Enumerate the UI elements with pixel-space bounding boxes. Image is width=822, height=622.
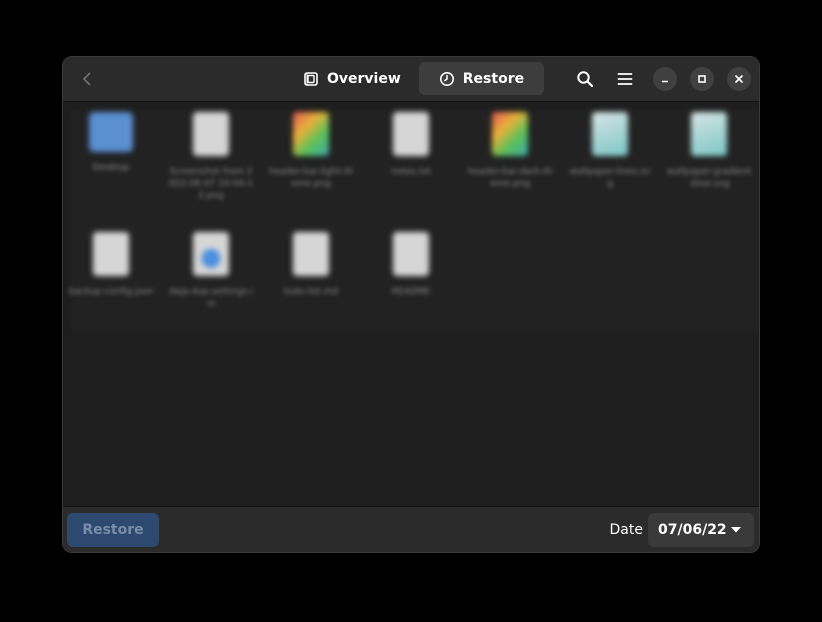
app-window: Overview Restore Desktop Screenshot from… bbox=[62, 56, 760, 553]
date-dropdown[interactable]: 07/06/22 bbox=[648, 513, 754, 547]
file-item[interactable]: todo-list.md bbox=[261, 232, 361, 298]
maximize-button[interactable] bbox=[690, 67, 714, 91]
clock-icon bbox=[439, 71, 454, 86]
minimize-icon bbox=[662, 80, 668, 83]
image-icon bbox=[293, 112, 329, 156]
date-label: Date bbox=[609, 522, 643, 538]
tab-overview[interactable]: Overview bbox=[291, 62, 415, 95]
file-item[interactable]: deja-dup-settings.ini bbox=[161, 232, 261, 310]
file-name: backup-config.json bbox=[68, 287, 154, 297]
main-menu-button[interactable] bbox=[609, 64, 641, 94]
image-icon bbox=[592, 112, 628, 156]
file-name: README bbox=[391, 287, 431, 297]
file-item[interactable]: README bbox=[361, 232, 461, 298]
search-icon bbox=[577, 71, 594, 88]
file-item[interactable]: wallpaper-lines.svg bbox=[560, 112, 660, 190]
file-name: wallpaper-lines.svg bbox=[569, 167, 651, 189]
action-bar: Restore Date 07/06/22 bbox=[63, 506, 759, 552]
file-item[interactable]: wallpaper-gradient-blue.svg bbox=[659, 112, 759, 190]
header-bar: Overview Restore bbox=[63, 57, 759, 102]
file-name: deja-dup-settings.ini bbox=[168, 287, 254, 309]
minimize-button[interactable] bbox=[653, 67, 677, 91]
file-name: wallpaper-gradient-blue.svg bbox=[666, 167, 752, 189]
file-name: Desktop bbox=[92, 163, 130, 173]
file-icon bbox=[393, 232, 429, 276]
tab-overview-label: Overview bbox=[327, 70, 401, 87]
tab-restore-label: Restore bbox=[462, 70, 525, 87]
file-name: notes.txt bbox=[390, 167, 432, 177]
overview-icon bbox=[304, 71, 318, 86]
dropdown-arrow-icon bbox=[731, 527, 741, 533]
file-icon bbox=[193, 112, 229, 156]
image-icon bbox=[691, 112, 727, 156]
file-icon bbox=[193, 232, 229, 276]
file-name: header-bar-dark-theme.png bbox=[467, 167, 553, 189]
folder-icon bbox=[89, 112, 133, 152]
file-icon bbox=[393, 112, 429, 156]
restore-button[interactable]: Restore bbox=[67, 513, 159, 547]
back-button[interactable] bbox=[71, 64, 103, 94]
file-name: todo-list.md bbox=[283, 287, 339, 297]
tab-restore[interactable]: Restore bbox=[418, 62, 545, 95]
file-name: header-bar-light-theme.png bbox=[268, 167, 354, 189]
chevron-left-icon bbox=[83, 72, 91, 86]
file-item[interactable]: Screenshot from 2022-06-07 10-04-12.png bbox=[161, 112, 261, 202]
date-value: 07/06/22 bbox=[658, 522, 727, 538]
file-item[interactable]: header-bar-light-theme.png bbox=[261, 112, 361, 190]
close-button[interactable] bbox=[727, 67, 751, 91]
file-icon bbox=[93, 232, 129, 276]
search-button[interactable] bbox=[569, 64, 601, 94]
file-item[interactable]: backup-config.json bbox=[63, 232, 161, 298]
image-icon bbox=[492, 112, 528, 156]
hamburger-menu-icon bbox=[617, 73, 633, 85]
file-item[interactable]: notes.txt bbox=[361, 112, 461, 178]
file-item[interactable]: Desktop bbox=[63, 112, 161, 174]
file-browser: Desktop Screenshot from 2022-06-07 10-04… bbox=[63, 102, 759, 508]
view-switcher: Overview Restore bbox=[291, 62, 545, 95]
file-name: Screenshot from 2022-06-07 10-04-12.png bbox=[168, 167, 254, 201]
maximize-icon bbox=[698, 75, 706, 83]
file-icon bbox=[293, 232, 329, 276]
file-item[interactable]: header-bar-dark-theme.png bbox=[460, 112, 560, 190]
close-icon bbox=[735, 75, 743, 83]
